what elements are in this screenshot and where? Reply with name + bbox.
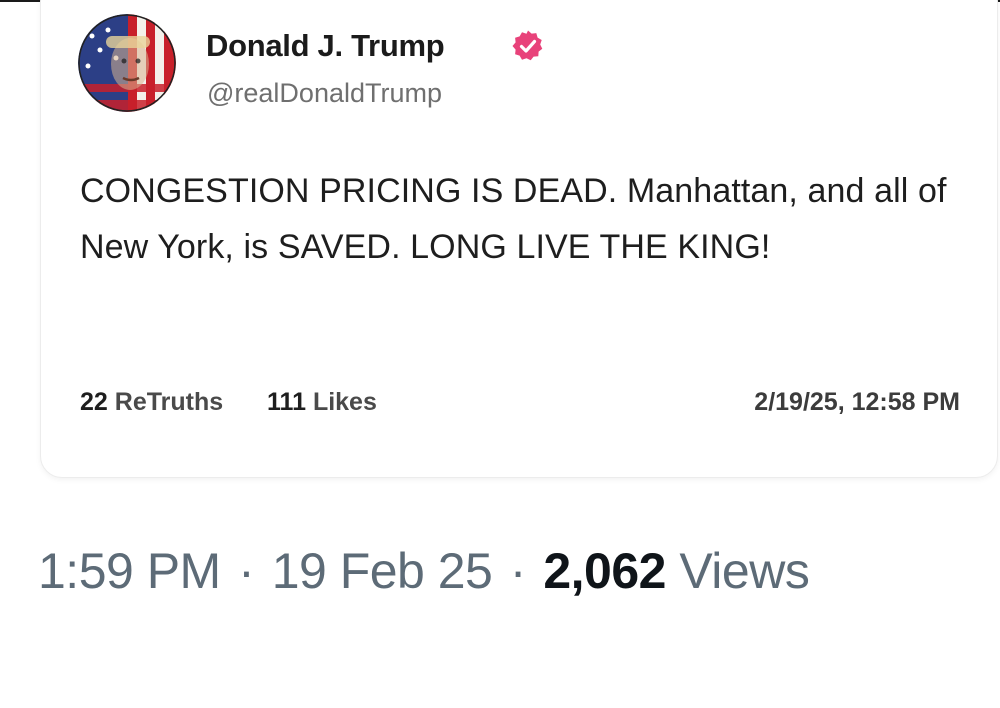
avatar[interactable]	[78, 14, 176, 112]
tweet-meta-line: 1:59 PM · 19 Feb 25 · 2,062 Views	[38, 530, 938, 612]
author-handle[interactable]: @realDonaldTrump	[207, 78, 442, 109]
views-label[interactable]: Views	[679, 543, 809, 599]
views-count[interactable]: 2,062	[543, 543, 666, 599]
screenshot-canvas: Donald J. Trump @realDonaldTrump CONGEST…	[0, 0, 1000, 708]
author-display-name[interactable]: Donald J. Trump	[206, 28, 445, 64]
retruths-label[interactable]: ReTruths	[115, 388, 223, 416]
tweet-date[interactable]: 19 Feb 25	[272, 543, 493, 599]
meta-separator: ·	[238, 543, 255, 599]
post-stats: 22 ReTruths 111 Likes	[80, 388, 377, 417]
retruths-count[interactable]: 22	[80, 388, 108, 416]
meta-separator: ·	[509, 543, 527, 599]
verified-badge-icon	[512, 30, 543, 61]
post-text: CONGESTION PRICING IS DEAD. Manhattan, a…	[80, 172, 947, 266]
flag-portrait-icon	[78, 14, 176, 112]
post-timestamp[interactable]: 2/19/25, 12:58 PM	[754, 388, 960, 417]
likes-count[interactable]: 111	[267, 388, 306, 416]
tweet-time[interactable]: 1:59 PM	[38, 543, 221, 599]
likes-label[interactable]: Likes	[313, 388, 377, 416]
